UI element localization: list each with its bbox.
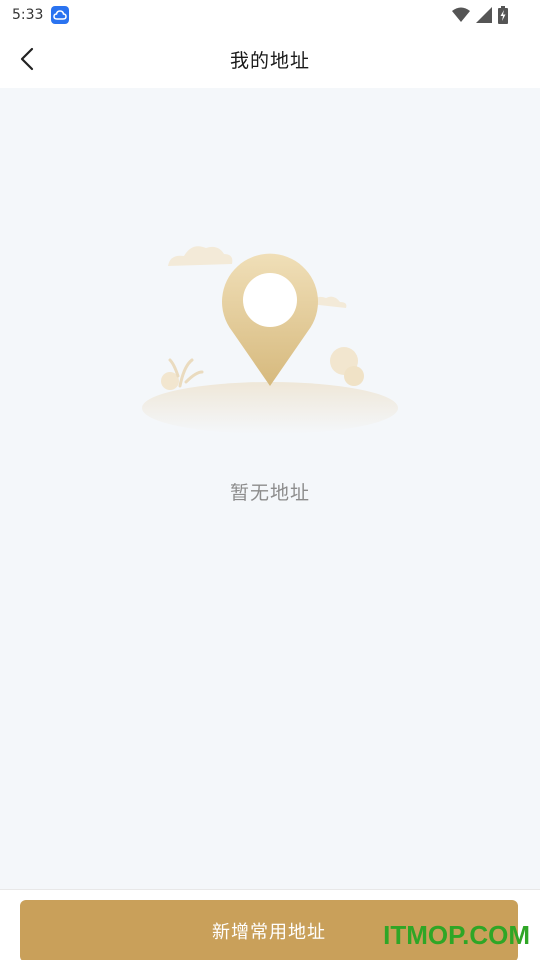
status-time: 5:33 <box>12 7 44 23</box>
back-button[interactable] <box>12 44 42 74</box>
header: 我的地址 <box>0 30 540 88</box>
cloud-app-icon <box>51 6 70 24</box>
status-bar: 5:33 <box>0 0 540 30</box>
chevron-left-icon <box>20 47 34 71</box>
cell-signal-icon <box>476 7 492 23</box>
wifi-icon <box>452 7 470 22</box>
main-content: 暂无地址 <box>0 88 540 889</box>
watermark-logo: ITMOP.COM <box>383 920 530 950</box>
battery-charging-icon <box>498 6 508 24</box>
empty-message: 暂无地址 <box>229 482 310 504</box>
empty-illustration <box>140 236 400 436</box>
status-icons <box>452 6 508 24</box>
page-title: 我的地址 <box>229 49 310 72</box>
